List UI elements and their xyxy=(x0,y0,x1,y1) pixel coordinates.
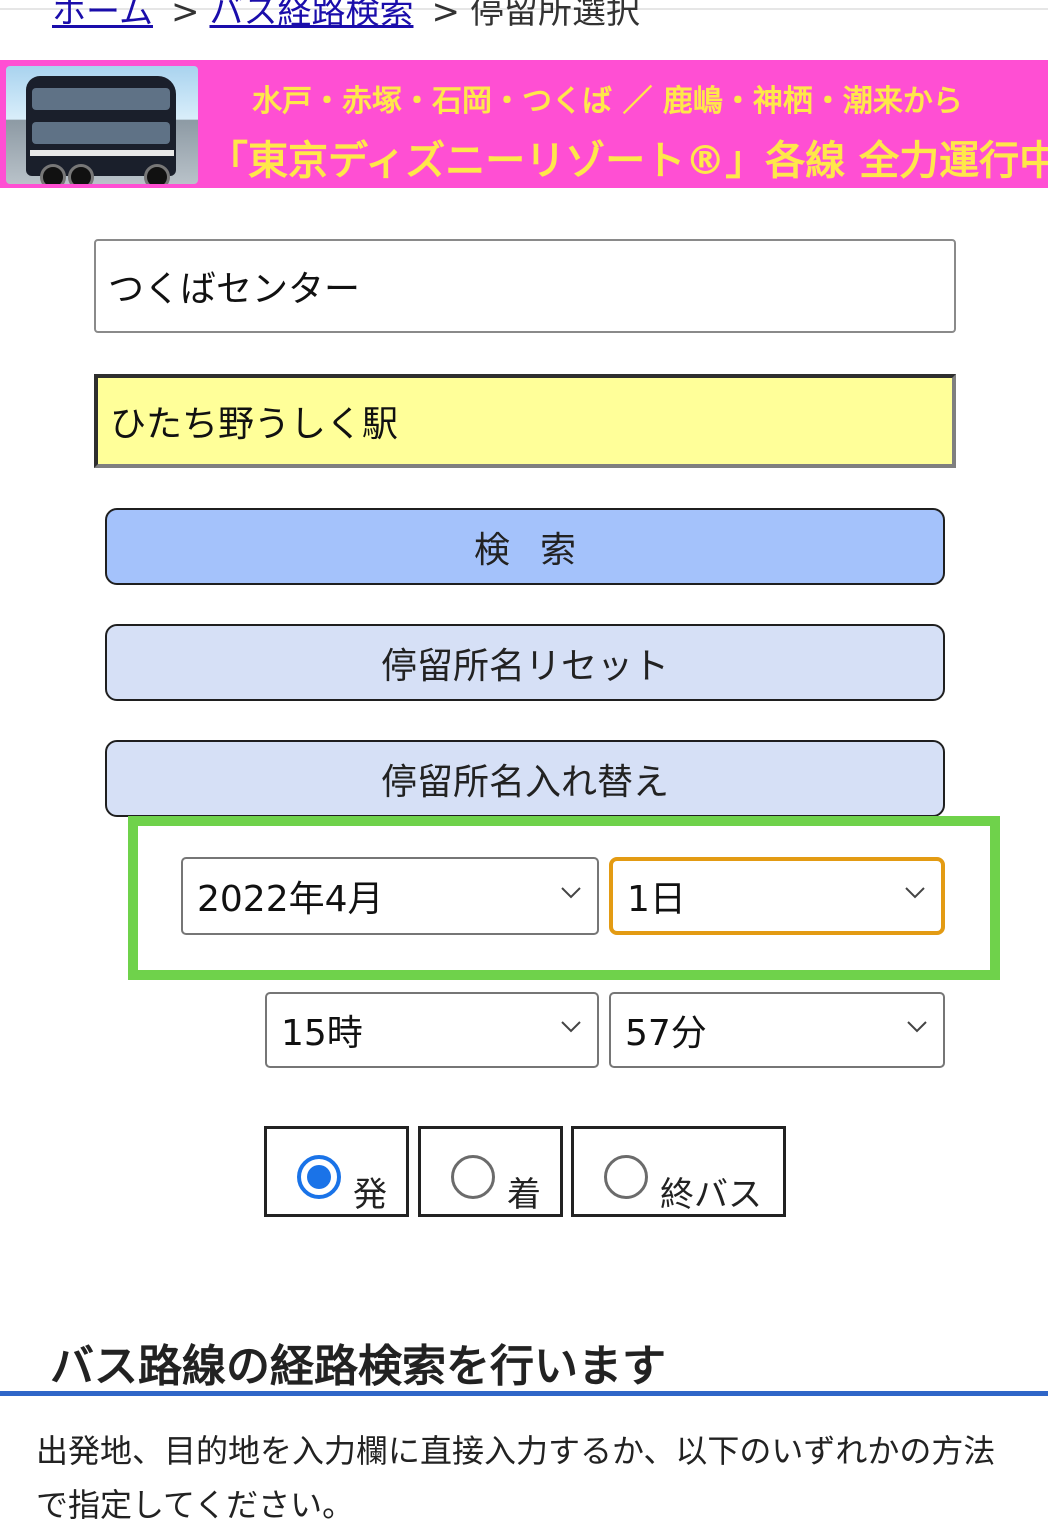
bus-wheel xyxy=(144,164,170,184)
section-heading: バス路線の経路検索を行います xyxy=(50,1341,666,1392)
instruction-text: 出発地、目的地を入力欄に直接入力するか、以下のいずれかの方法で指定してください。 xyxy=(36,1432,996,1524)
breadcrumb: ホーム > バス経路検索 > 停留所選択 xyxy=(52,0,640,38)
day-select-value: 1日 xyxy=(627,879,686,920)
bus-lower-windows xyxy=(32,122,170,144)
minute-select[interactable]: 57分 xyxy=(609,992,945,1068)
breadcrumb-home-link[interactable]: ホーム xyxy=(52,0,153,32)
day-select[interactable]: 1日 xyxy=(609,857,945,935)
month-select[interactable]: 2022年4月 xyxy=(181,857,599,935)
hour-select-value: 15時 xyxy=(281,1013,363,1054)
bus-wheel xyxy=(40,164,66,184)
bus-wheel xyxy=(68,164,94,184)
breadcrumb-separator: > xyxy=(170,0,200,32)
hour-select[interactable]: 15時 xyxy=(265,992,599,1068)
arrival-option[interactable]: 着 xyxy=(418,1126,563,1217)
arrival-label: 着 xyxy=(507,1175,541,1215)
reset-stops-button[interactable]: 停留所名リセット xyxy=(105,624,945,701)
departure-radio[interactable] xyxy=(297,1155,341,1199)
minute-select-value: 57分 xyxy=(625,1013,707,1054)
breadcrumb-route-search-link[interactable]: バス経路検索 xyxy=(209,0,413,32)
search-button[interactable]: 検索 xyxy=(105,508,945,585)
destination-stop-input[interactable] xyxy=(94,374,956,468)
bus-upper-windows xyxy=(32,88,170,110)
departure-label: 発 xyxy=(353,1175,387,1215)
chevron-down-icon xyxy=(907,1021,927,1033)
chevron-down-icon xyxy=(561,887,581,899)
month-select-value: 2022年4月 xyxy=(197,879,384,920)
banner-line-2: 「東京ディズニーリゾート®」各線 全力運行中！ xyxy=(208,138,1048,184)
breadcrumb-separator: > xyxy=(431,0,460,32)
section-divider xyxy=(0,1391,1048,1396)
origin-stop-input[interactable] xyxy=(94,239,956,333)
last-bus-radio[interactable] xyxy=(604,1155,648,1199)
bus-photo xyxy=(6,66,198,184)
departure-option[interactable]: 発 xyxy=(264,1126,409,1217)
last-bus-option[interactable]: 終バス xyxy=(571,1126,786,1217)
banner-line-1: 水戸・赤塚・石岡・つくば ／ 鹿嶋・神栖・潮来から xyxy=(252,84,963,119)
bus-stripe xyxy=(30,150,174,156)
swap-stops-button[interactable]: 停留所名入れ替え xyxy=(105,740,945,817)
chevron-down-icon xyxy=(561,1021,581,1033)
last-bus-label: 終バス xyxy=(660,1175,762,1215)
chevron-down-icon xyxy=(905,887,925,899)
arrival-radio[interactable] xyxy=(451,1155,495,1199)
breadcrumb-current: 停留所選択 xyxy=(469,0,640,32)
